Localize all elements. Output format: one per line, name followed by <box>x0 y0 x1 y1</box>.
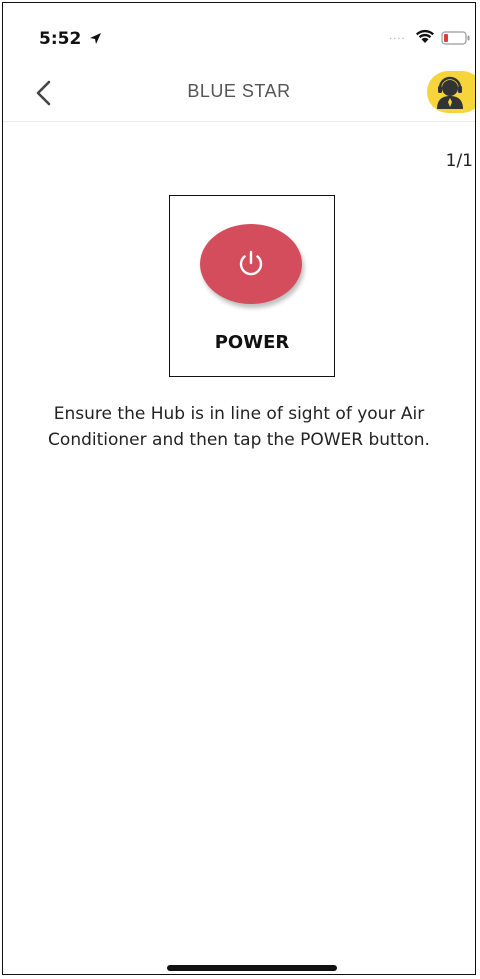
wifi-icon <box>416 29 434 43</box>
support-button[interactable] <box>427 71 475 113</box>
home-indicator[interactable] <box>167 965 337 971</box>
power-button-card[interactable]: POWER <box>169 195 335 377</box>
power-label: POWER <box>214 332 290 353</box>
power-icon <box>239 250 263 276</box>
navigation-bar: BLUE STAR <box>3 65 475 122</box>
signal-dots: .... <box>389 31 406 42</box>
support-agent-icon <box>437 76 463 109</box>
page-counter: 1/1 <box>445 151 473 171</box>
power-button[interactable] <box>200 224 302 304</box>
screen: 5:52 .... BLUE STAR 1/1 POWER Ensure the… <box>2 2 476 975</box>
location-arrow-icon <box>90 33 101 44</box>
battery-low-icon <box>441 31 470 45</box>
status-time: 5:52 <box>39 29 82 49</box>
instruction-text: Ensure the Hub is in line of sight of yo… <box>48 404 430 450</box>
page-title: BLUE STAR <box>187 81 291 101</box>
status-bar: 5:52 .... <box>3 3 475 63</box>
